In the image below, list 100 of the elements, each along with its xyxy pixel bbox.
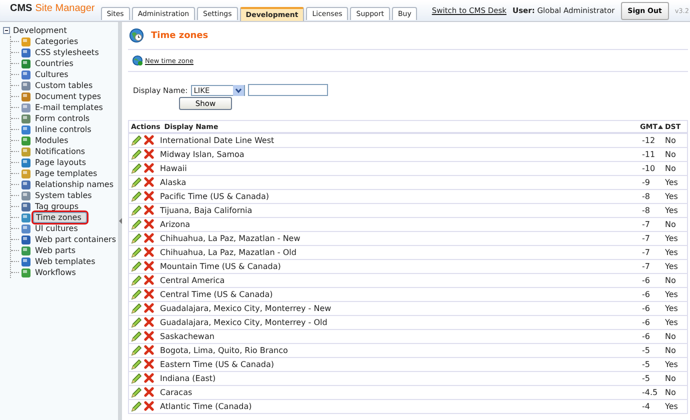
module-icon [21, 256, 31, 266]
table-cell-text: -4 [642, 402, 651, 411]
table-cell-text: -6 [642, 318, 651, 327]
tree-item[interactable]: Page templates [33, 169, 100, 178]
edit-pencil-icon[interactable] [131, 289, 142, 300]
tree-item[interactable]: CSS stylesheets [33, 48, 101, 57]
edit-pencil-icon[interactable] [131, 359, 142, 370]
delete-icon[interactable] [144, 205, 154, 215]
table-cell-text: -5 [642, 360, 651, 369]
edit-pencil-icon[interactable] [131, 317, 142, 328]
edit-pencil-icon[interactable] [131, 373, 142, 384]
tree-item[interactable]: Web parts [33, 246, 78, 255]
edit-pencil-icon[interactable] [131, 163, 142, 174]
tree-item[interactable]: Page layouts [33, 158, 88, 167]
tree-item[interactable]: Web templates [33, 257, 98, 266]
delete-icon[interactable] [144, 359, 154, 369]
delete-icon[interactable] [144, 233, 154, 243]
tree-item[interactable]: System tables [33, 191, 94, 200]
delete-icon[interactable] [144, 261, 154, 271]
tree-item[interactable]: E-mail templates [33, 103, 105, 112]
module-icon [21, 190, 31, 200]
tree-item[interactable]: Inline controls [33, 125, 94, 134]
edit-pencil-icon[interactable] [131, 387, 142, 398]
delete-icon[interactable] [144, 289, 154, 299]
tree-item[interactable]: Tag groups [33, 202, 80, 211]
table-cell-text: -8 [642, 206, 651, 215]
delete-icon[interactable] [144, 317, 154, 327]
edit-pencil-icon[interactable] [131, 191, 142, 202]
module-icon [21, 180, 31, 190]
delete-icon[interactable] [144, 387, 154, 397]
table-cell-text: -4.5 [642, 388, 659, 397]
table-cell-text: Arizona [160, 220, 192, 229]
delete-icon[interactable] [144, 247, 154, 257]
module-icon [21, 58, 31, 68]
delete-icon[interactable] [144, 331, 154, 341]
delete-icon[interactable] [144, 135, 154, 145]
edit-pencil-icon[interactable] [131, 275, 142, 286]
splitter-handle[interactable] [118, 22, 122, 420]
delete-icon[interactable] [144, 163, 154, 173]
table-cell-text: No [665, 276, 677, 285]
edit-pencil-icon[interactable] [131, 261, 142, 272]
edit-pencil-icon[interactable] [131, 149, 142, 160]
tree-item[interactable]: Web part containers [32, 235, 118, 244]
table-cell-text: Yes [665, 304, 679, 313]
table-cell-text: Yes [665, 318, 679, 327]
table-cell-text: -7 [642, 234, 651, 243]
delete-icon[interactable] [144, 373, 154, 383]
tree-item[interactable]: Notifications [33, 147, 88, 156]
tree-item[interactable]: Time zones [33, 212, 87, 223]
table-cell-text: Tijuana, Baja California [160, 206, 254, 215]
edit-pencil-icon[interactable] [131, 247, 142, 258]
table-cell-text: Alaska [160, 178, 188, 187]
delete-icon[interactable] [144, 177, 154, 187]
module-icon [21, 70, 31, 80]
edit-pencil-icon[interactable] [131, 233, 142, 244]
filter-input-field[interactable] [248, 84, 328, 96]
tree-item[interactable]: Form controls [33, 114, 92, 123]
page-title: Time zones [151, 30, 208, 40]
edit-pencil-icon[interactable] [131, 401, 142, 412]
tree-item[interactable]: Countries [33, 59, 76, 68]
tree-item[interactable]: Categories [33, 37, 80, 46]
tree-item[interactable]: Workflows [33, 268, 78, 277]
tree-item[interactable]: UI cultures [33, 224, 80, 233]
edit-pencil-icon[interactable] [131, 303, 142, 314]
tree-item[interactable]: Modules [33, 136, 70, 145]
edit-pencil-icon[interactable] [131, 219, 142, 230]
tree-item[interactable]: Document types [33, 92, 104, 101]
edit-pencil-icon[interactable] [131, 331, 142, 342]
delete-icon[interactable] [144, 191, 154, 201]
table-cell-text: Yes [665, 206, 679, 215]
delete-icon[interactable] [144, 345, 154, 355]
module-icon [21, 92, 31, 102]
edit-pencil-icon[interactable] [131, 135, 142, 146]
delete-icon[interactable] [144, 219, 154, 229]
module-icon [21, 36, 31, 46]
table-cell-text: No [665, 136, 677, 145]
table-cell-text: Midway Islan, Samoa [160, 150, 246, 159]
table-cell-text: -10 [642, 164, 656, 173]
delete-icon[interactable] [144, 275, 154, 285]
tree-root[interactable]: Development [13, 26, 67, 35]
table-cell-text: Guadalajara, Mexico City, Monterrey - Old [160, 318, 328, 327]
delete-icon[interactable] [144, 401, 154, 411]
table-cell-text: Central Time (US & Canada) [160, 290, 274, 299]
tree-item[interactable]: Custom tables [33, 81, 95, 90]
tree-item[interactable]: Cultures [33, 70, 70, 79]
table-cell-text: Yes [665, 290, 679, 299]
delete-icon[interactable] [144, 303, 154, 313]
edit-pencil-icon[interactable] [131, 205, 142, 216]
tree-item[interactable]: Relationship names [33, 180, 116, 189]
logo-text: CMS [10, 3, 32, 14]
module-icon [21, 268, 31, 278]
table-cell-text: Indiana (East) [160, 374, 217, 383]
table-cell-text: Mountain Time (US & Canada) [160, 262, 282, 271]
edit-pencil-icon[interactable] [131, 177, 142, 188]
globe-icon [129, 28, 144, 43]
delete-icon[interactable] [144, 149, 154, 159]
collapse-toggle-icon[interactable] [3, 27, 10, 34]
table-cell-text: -5 [642, 346, 651, 355]
edit-pencil-icon[interactable] [131, 345, 142, 356]
table-cell-text: Hawaii [160, 164, 188, 173]
